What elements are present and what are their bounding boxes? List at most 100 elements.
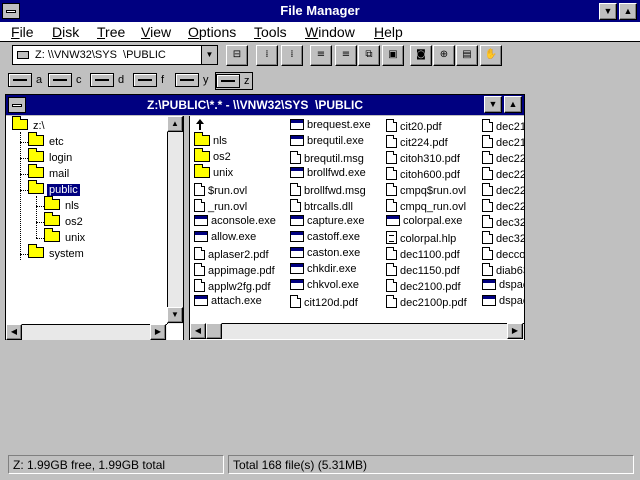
drive-d[interactable]: d [90,72,126,90]
file-item[interactable]: _run.ovl [194,199,247,215]
file-item[interactable]: dec2100p.pdf [386,295,467,311]
file-item[interactable]: brequtil.msg [290,151,364,167]
tree-node-system[interactable]: system [28,244,86,261]
new-folder-icon[interactable]: ⊕ [433,45,455,66]
file-item[interactable]: colorpal.exe [386,215,462,231]
file-item[interactable]: cmpq_run.ovl [386,199,466,215]
menu-options[interactable]: Options [188,24,236,40]
file-item[interactable]: allow.exe [194,231,256,247]
file-item[interactable]: diab63 [482,263,524,279]
file-item[interactable]: dspace [482,279,524,295]
file-item[interactable]: dec22 [482,167,524,183]
file-item[interactable]: applw2fg.pdf [194,279,270,295]
tree-node-nls[interactable]: nls [44,196,81,213]
file-item[interactable]: attach.exe [194,295,262,311]
scroll-right-icon[interactable]: ▶ [507,323,523,339]
chevron-down-icon[interactable]: ▼ [201,46,217,64]
file-item[interactable]: dec32 [482,215,524,231]
menu-file[interactable]: File [11,24,34,40]
file-item[interactable]: dec22 [482,151,524,167]
tree-node-mail[interactable]: mail [28,164,71,181]
file-item[interactable]: citoh600.pdf [386,167,460,183]
copy-icon[interactable]: ▣ [382,45,404,66]
tree-node-etc[interactable]: etc [28,132,66,149]
file-item[interactable]: cmpq$run.ovl [386,183,466,199]
file-item[interactable]: dspace [482,295,524,311]
program-icon [290,247,304,258]
file-item[interactable]: dec1150.pdf [386,263,460,279]
menu-disk[interactable]: Disk [52,24,79,40]
drive-z[interactable]: z [215,72,253,90]
sort-date-icon[interactable]: ⧉ [358,45,380,66]
drive-f[interactable]: f [133,72,169,90]
drive-y[interactable]: y [175,72,211,90]
file-item[interactable]: dec21 [482,119,524,135]
directory-window-title-bar[interactable]: Z:\PUBLIC\*.* - \\VNW32\SYS \PUBLIC ▼ ▲ [6,95,524,115]
drive-c[interactable]: c [48,72,84,90]
scroll-left-icon[interactable]: ◀ [6,324,22,340]
scroll-left-icon[interactable]: ◀ [190,323,206,339]
scroll-up-icon[interactable]: ▲ [167,116,183,132]
tree-node-os2[interactable]: os2 [44,212,85,229]
sort-size-icon[interactable]: ≡ [335,45,357,66]
file-item[interactable]: cit20.pdf [386,119,442,135]
sort-name-icon[interactable]: ⁞ [281,45,303,66]
disk-icon[interactable]: ◙ [410,45,432,66]
file-item[interactable]: $run.ovl [194,183,247,199]
scroll-right-icon[interactable]: ▶ [150,324,166,340]
file-item[interactable]: dec32 [482,231,524,247]
file-item[interactable]: dec21 [482,135,524,151]
drive-select[interactable]: Z: \\VNW32\SYS \PUBLIC ▼ [12,45,218,65]
large-icons-icon[interactable]: ⁞ [256,45,278,66]
file-item[interactable]: dec2100.pdf [386,279,461,295]
menu-tools[interactable]: Tools [254,24,287,40]
file-item[interactable]: cit120d.pdf [290,295,358,311]
file-item[interactable]: dec22 [482,183,524,199]
minimize-button[interactable]: ▼ [599,3,617,20]
tree-vertical-scrollbar[interactable]: ▲ ▼ [167,116,183,324]
file-item[interactable]: chkdir.exe [290,263,357,279]
file-item[interactable]: brollfwd.exe [290,167,366,183]
menu-tree[interactable]: Tree [97,24,125,40]
drive-a[interactable]: a [8,72,42,90]
file-item[interactable]: aplaser2.pdf [194,247,269,263]
file-item[interactable]: aconsole.exe [194,215,276,231]
tree-node-login[interactable]: login [28,148,74,165]
menu-view[interactable]: View [141,24,171,40]
file-item[interactable]: chkvol.exe [290,279,359,295]
title-bar[interactable]: File Manager ▼ ▲ [0,0,640,22]
files-horizontal-scrollbar[interactable]: ◀ ▶ [190,323,524,339]
file-item[interactable]: citoh310.pdf [386,151,460,167]
file-name: dec22 [496,169,524,181]
maximize-button[interactable]: ▲ [619,3,637,20]
file-item[interactable]: colorpal.hlp [386,231,456,247]
scroll-thumb[interactable] [206,323,222,339]
file-item[interactable]: btrcalls.dll [290,199,353,215]
connect-net-icon[interactable]: ⊟ [226,45,248,66]
child-minimize-button[interactable]: ▼ [484,96,502,113]
tree-node-public[interactable]: public [28,180,80,197]
file-item[interactable]: brollfwd.msg [290,183,366,199]
file-item[interactable]: dec1100.pdf [386,247,460,263]
scroll-down-icon[interactable]: ▼ [167,307,183,323]
file-item[interactable]: cit224.pdf [386,135,448,151]
file-item[interactable]: appimage.pdf [194,263,275,279]
share-icon[interactable]: ✋ [480,45,502,66]
file-item[interactable]: unix [194,164,233,183]
tree-node-root[interactable]: z:\ [12,116,47,133]
menu-window[interactable]: Window [305,24,355,40]
file-item[interactable]: brequest.exe [290,119,371,135]
network-icon[interactable]: ▤ [456,45,478,66]
file-item[interactable]: castoff.exe [290,231,360,247]
file-item[interactable]: caston.exe [290,247,360,263]
file-item[interactable]: capture.exe [290,215,364,231]
file-item[interactable]: decco [482,247,524,263]
sort-type-icon[interactable]: ≡ [310,45,332,66]
menu-help[interactable]: Help [374,24,403,40]
tree-horizontal-scrollbar[interactable]: ◀ ▶ [6,324,167,340]
file-item[interactable]: brequtil.exe [290,135,364,151]
tree-node-unix[interactable]: unix [44,228,87,245]
file-item[interactable]: dec22 [482,199,524,215]
child-system-menu-icon[interactable] [8,97,26,113]
child-maximize-button[interactable]: ▲ [504,96,522,113]
